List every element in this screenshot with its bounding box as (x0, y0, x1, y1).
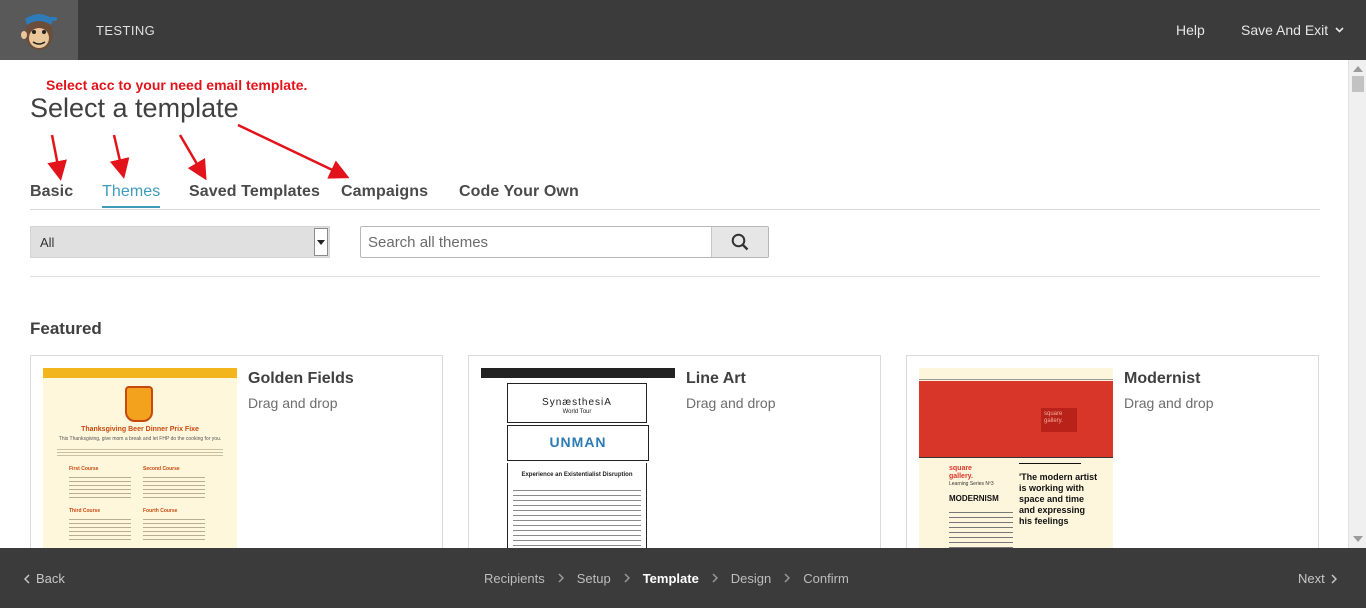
campaign-steps: Recipients Setup Template Design Confirm (484, 571, 849, 586)
dropdown-arrow-icon[interactable] (314, 228, 328, 256)
step-confirm[interactable]: Confirm (803, 571, 849, 586)
preview-headline: Thanksgiving Beer Dinner Prix Fixe (81, 426, 199, 433)
preview-series: Learning Series Nº3 (949, 481, 994, 487)
preview-section: Second Course (143, 466, 180, 472)
main-content: Select acc to your need email template. … (0, 60, 1348, 548)
tab-basic[interactable]: Basic (30, 183, 73, 201)
beer-badge-icon (125, 386, 153, 422)
scroll-down-icon[interactable] (1353, 536, 1363, 542)
preview-square-label: square gallery. (1041, 408, 1077, 432)
vertical-scrollbar[interactable] (1348, 60, 1366, 548)
template-type: Drag and drop (686, 395, 776, 411)
step-design[interactable]: Design (731, 571, 771, 586)
scrollbar-thumb[interactable] (1352, 76, 1364, 92)
template-type: Drag and drop (1124, 395, 1214, 411)
arrow-saved-templates (178, 134, 207, 181)
top-bar: TESTING Help Save And Exit (0, 0, 1366, 60)
step-setup[interactable]: Setup (577, 571, 611, 586)
theme-category-value: All (40, 235, 55, 250)
chevron-right-icon (712, 571, 718, 586)
template-preview: Thanksgiving Beer Dinner Prix Fixe This … (43, 368, 237, 548)
template-tabs: Basic Themes Saved Templates Campaigns C… (30, 183, 1320, 210)
step-recipients[interactable]: Recipients (484, 571, 545, 586)
next-button[interactable]: Next (1298, 571, 1337, 586)
template-preview: square gallery. square gallery. Learning… (919, 368, 1113, 548)
preview-section: Fourth Course (143, 508, 178, 514)
search-input[interactable]: Search all themes (368, 234, 488, 251)
annotation-arrows (47, 123, 350, 181)
preview-quote: 'The modern artist is working with space… (1019, 472, 1098, 526)
account-name: TESTING (96, 23, 156, 38)
chevron-right-icon (1331, 573, 1337, 584)
arrow-basic (47, 134, 67, 181)
search-button[interactable] (711, 227, 768, 257)
preview-section: First Course (69, 466, 99, 472)
preview-intro: This Thanksgiving, give mom a break and … (58, 436, 222, 442)
chevron-right-icon (784, 571, 791, 586)
featured-heading: Featured (30, 319, 102, 338)
scroll-up-icon[interactable] (1353, 66, 1363, 72)
chevron-down-icon (1335, 27, 1344, 33)
save-and-exit-button[interactable]: Save And Exit (1241, 22, 1344, 38)
search-icon (731, 233, 749, 251)
app-logo[interactable] (0, 0, 78, 60)
back-label: Back (36, 571, 65, 586)
template-name: Modernist (1124, 370, 1201, 387)
save-and-exit-label: Save And Exit (1241, 22, 1329, 38)
tab-saved-templates[interactable]: Saved Templates (189, 183, 320, 201)
theme-search: Search all themes (360, 226, 769, 258)
chevron-right-icon (558, 571, 564, 586)
help-link[interactable]: Help (1176, 22, 1205, 38)
preview-title: SynæsthesiA (542, 397, 612, 408)
monkey-logo-icon (21, 14, 57, 50)
preview-section: Third Course (69, 508, 101, 514)
theme-category-select[interactable]: All (30, 226, 330, 258)
template-card-modernist[interactable]: square gallery. square gallery. Learning… (906, 355, 1319, 548)
template-type: Drag and drop (248, 395, 338, 411)
preview-subtitle: World Tour (562, 409, 592, 415)
template-preview: SynæsthesiA World Tour UNMAN Experience … (481, 368, 675, 548)
tab-campaigns[interactable]: Campaigns (341, 183, 428, 201)
template-name: Line Art (686, 370, 746, 387)
template-name: Golden Fields (248, 370, 354, 387)
template-card-line-art[interactable]: SynæsthesiA World Tour UNMAN Experience … (468, 355, 881, 548)
tab-code-your-own[interactable]: Code Your Own (459, 183, 579, 201)
template-card-golden-fields[interactable]: Thanksgiving Beer Dinner Prix Fixe This … (30, 355, 443, 548)
preview-tagline: Experience an Existentialist Disruption (521, 472, 633, 478)
divider (30, 276, 1320, 277)
tab-themes[interactable]: Themes (102, 183, 161, 208)
back-button[interactable]: Back (24, 571, 65, 586)
step-template[interactable]: Template (643, 571, 699, 586)
next-label: Next (1298, 571, 1325, 586)
arrow-campaigns (237, 123, 350, 179)
bottom-nav-bar: Back Recipients Setup Template Design Co… (0, 548, 1366, 608)
preview-logo: UNMAN (549, 434, 607, 450)
chevron-left-icon (24, 573, 30, 584)
preview-brand: square gallery. (949, 465, 973, 480)
arrow-themes (109, 134, 130, 179)
preview-heading: MODERNISM (949, 494, 999, 503)
chevron-right-icon (624, 571, 630, 586)
